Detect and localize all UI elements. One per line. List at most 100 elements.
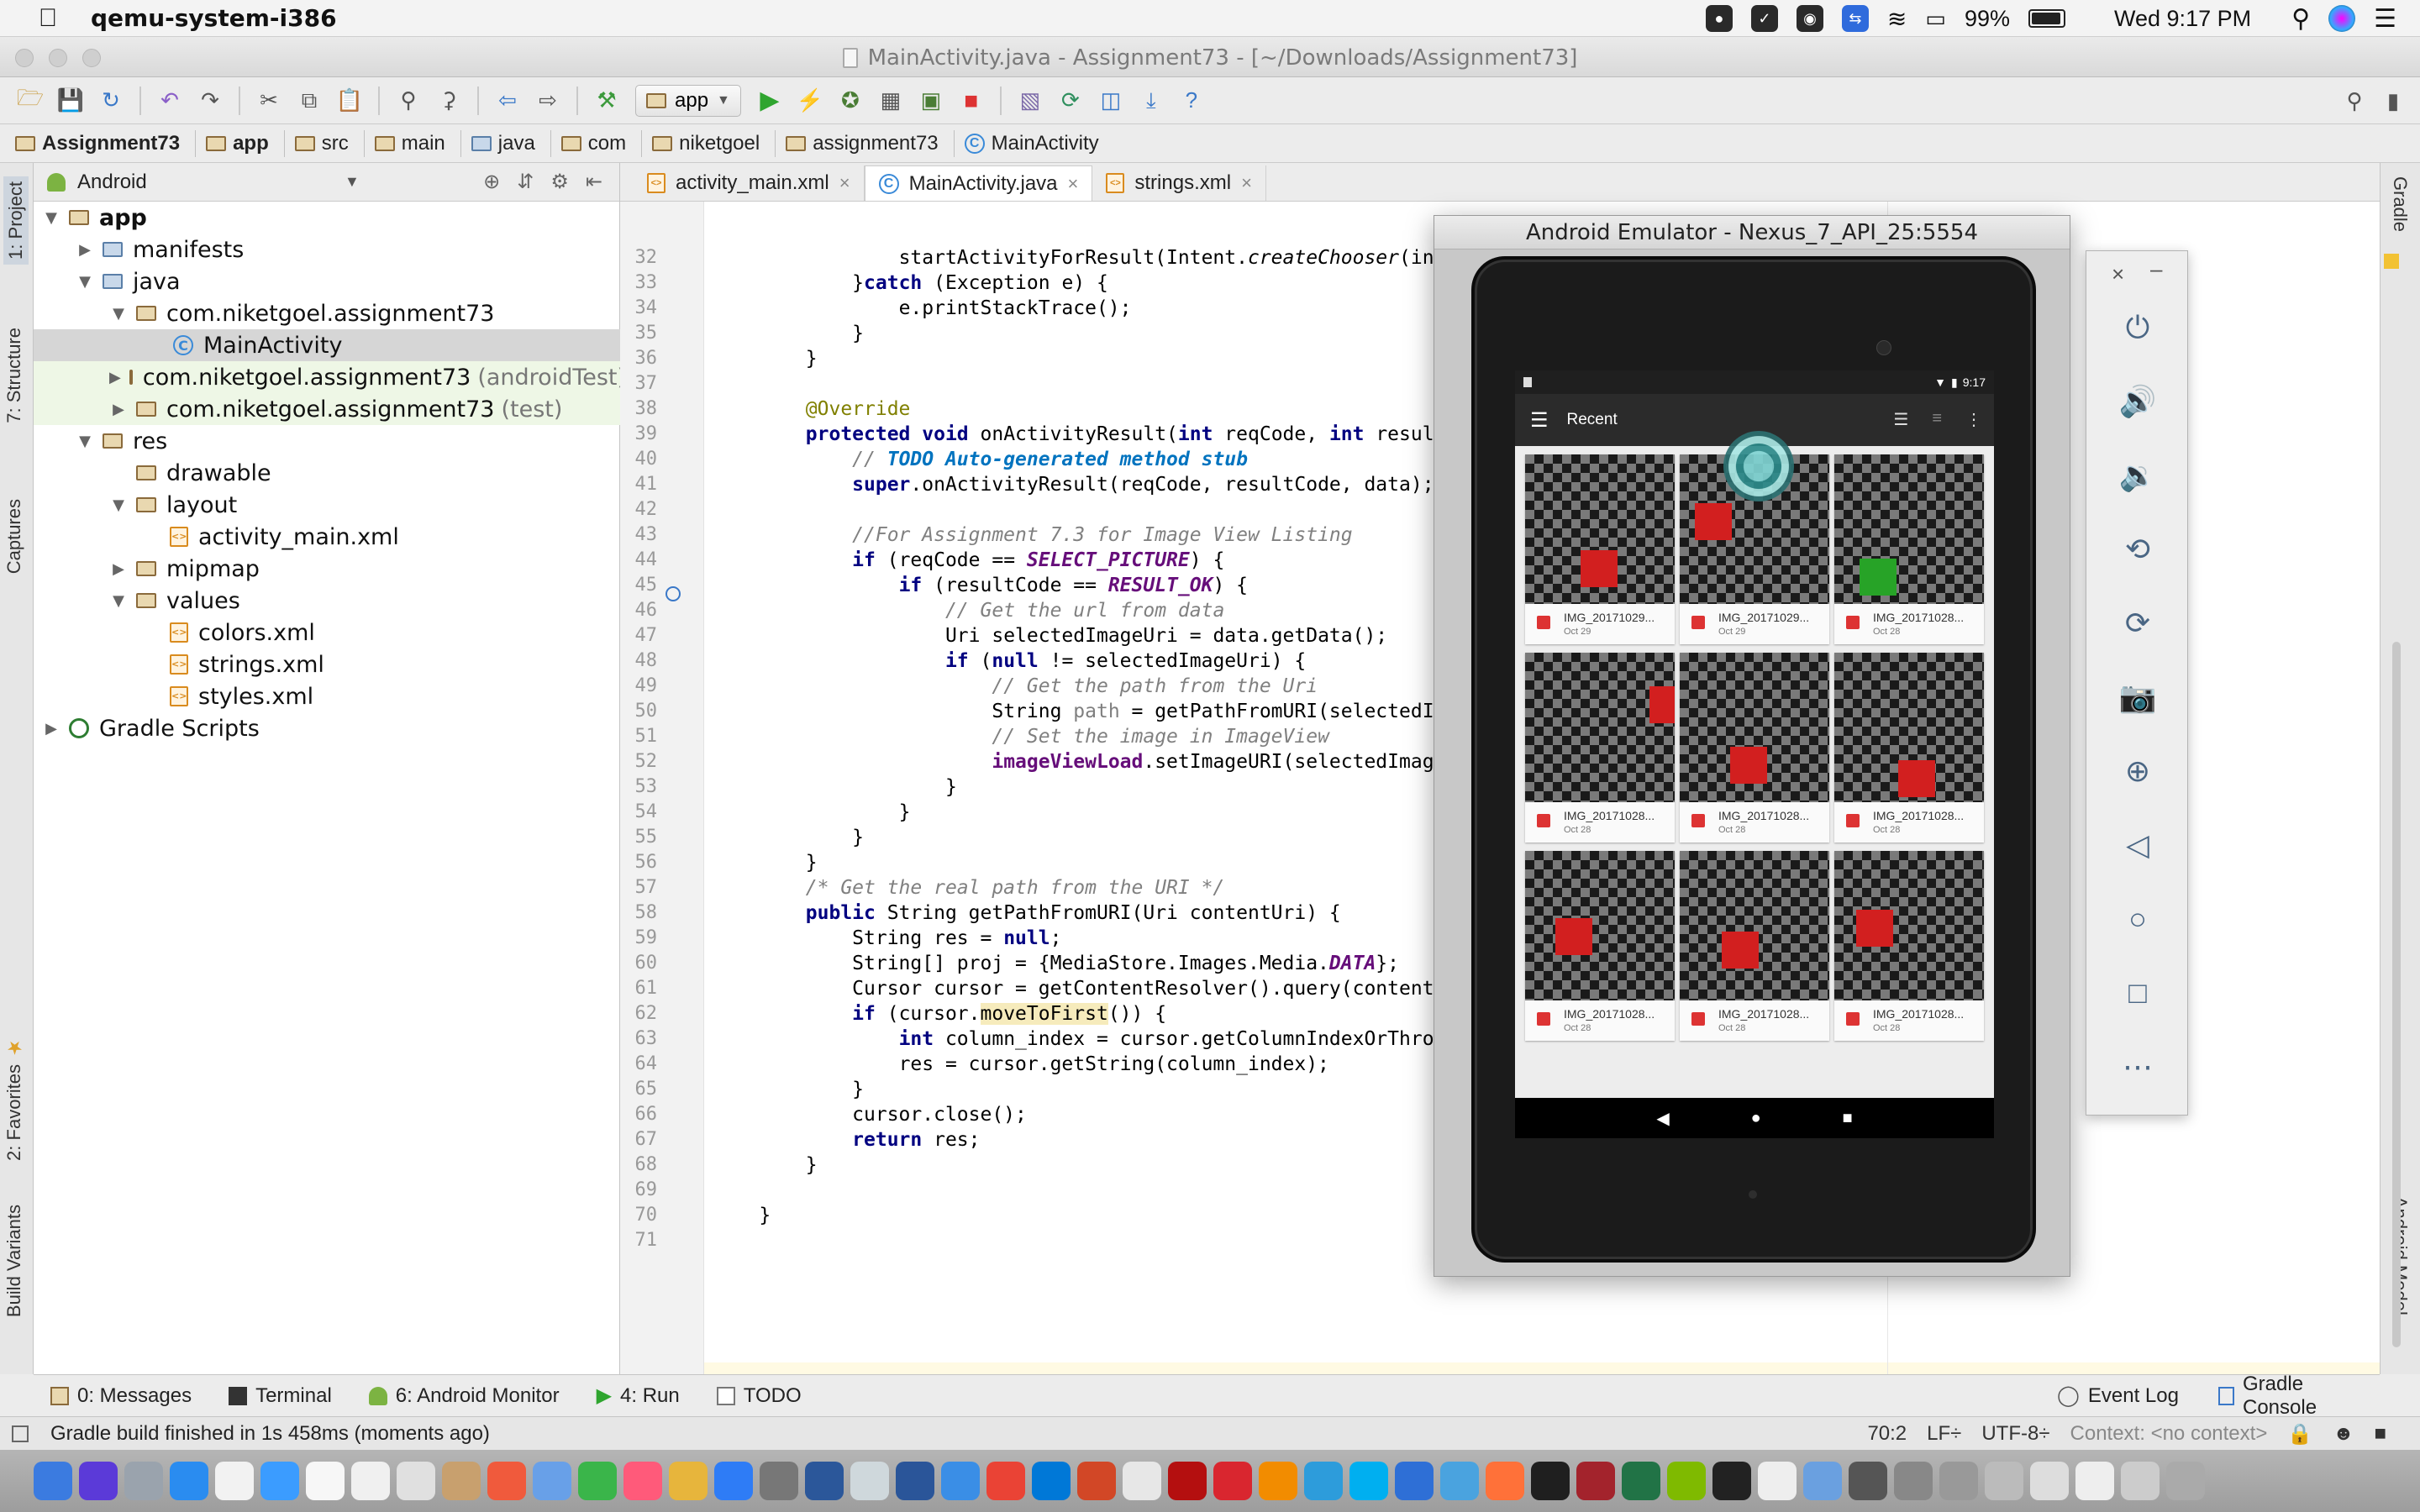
code-line-45[interactable]: if (resultCode == RESULT_OK) {: [713, 575, 1248, 596]
dock-app-icon[interactable]: [1486, 1462, 1524, 1500]
dock-app-icon[interactable]: [714, 1462, 753, 1500]
error-stripe-warning[interactable]: [2384, 254, 2399, 269]
code-line-46[interactable]: // Get the url from data: [713, 600, 1224, 622]
dock-app-icon[interactable]: [623, 1462, 662, 1500]
hector-icon[interactable]: ☻: [2333, 1422, 2354, 1446]
code-line-59[interactable]: String res = null;: [713, 927, 1061, 949]
dock-app-icon[interactable]: [1576, 1462, 1615, 1500]
dock-app-icon[interactable]: [306, 1462, 345, 1500]
code-line-33[interactable]: }catch (Exception e) {: [713, 272, 1108, 294]
caret-position[interactable]: 70:2: [1867, 1422, 1907, 1446]
dock-app-icon[interactable]: [1622, 1462, 1660, 1500]
volume-up-icon[interactable]: 🔊: [2117, 381, 2159, 423]
dock-app-icon[interactable]: [487, 1462, 526, 1500]
home-icon[interactable]: ○: [2117, 898, 2159, 940]
tab-activity-main-xml[interactable]: <> activity_main.xml ×: [634, 165, 865, 201]
chevron-down-icon[interactable]: ▼: [345, 173, 360, 191]
tree-item-package[interactable]: ▼ com.niketgoel.assignment73: [34, 297, 620, 329]
expand-arrow-icon[interactable]: ▶: [76, 241, 94, 259]
dock-app-icon[interactable]: [1803, 1462, 1842, 1500]
collapse-arrow-icon[interactable]: ▼: [109, 496, 128, 514]
line-separator[interactable]: LF÷: [1927, 1422, 1961, 1446]
code-line-56[interactable]: }: [713, 852, 818, 874]
code-line-47[interactable]: Uri selectedImageUri = data.getData();: [713, 625, 1387, 647]
code-line-32[interactable]: startActivityForResult(Intent.createChoo…: [713, 247, 1458, 269]
code-line-62[interactable]: if (cursor.moveToFirst()) {: [713, 1003, 1166, 1025]
paste-icon[interactable]: 📋: [333, 84, 366, 118]
tree-item-layout[interactable]: ▼ layout: [34, 489, 620, 521]
dock-app-icon[interactable]: [351, 1462, 390, 1500]
breadcrumb-item[interactable]: app: [206, 129, 285, 157]
photo-card[interactable]: IMG_20171029... Oct 29: [1525, 454, 1675, 644]
dock-app-icon[interactable]: [2030, 1462, 2069, 1500]
dock-app-icon[interactable]: [941, 1462, 980, 1500]
tool-tab-todo[interactable]: TODO: [716, 1384, 802, 1408]
collapse-arrow-icon[interactable]: ▼: [76, 433, 94, 450]
forward-icon[interactable]: ⇨: [531, 84, 565, 118]
sync-gradle-icon[interactable]: ⟳: [1054, 84, 1087, 118]
code-line-35[interactable]: }: [713, 323, 864, 344]
tool-tab-android-monitor[interactable]: 6: Android Monitor: [368, 1384, 560, 1408]
dock-app-icon[interactable]: [1168, 1462, 1207, 1500]
photo-card[interactable]: IMG_20171028... Oct 28: [1834, 851, 1984, 1041]
code-line-65[interactable]: }: [713, 1079, 864, 1100]
close-tab-icon[interactable]: ×: [1068, 173, 1079, 195]
dock-app-icon[interactable]: [1032, 1462, 1071, 1500]
locate-icon[interactable]: ⊕: [483, 170, 500, 194]
code-line-57[interactable]: /* Get the real path from the URI */: [713, 877, 1225, 899]
recents-icon[interactable]: ■: [1842, 1109, 1852, 1128]
tree-item-gradle-scripts[interactable]: ▶ Gradle Scripts: [34, 712, 620, 744]
code-line-70[interactable]: }: [713, 1205, 771, 1226]
code-line-58[interactable]: public String getPathFromURI(Uri content…: [713, 902, 1341, 924]
photo-card[interactable]: IMG_20171028... Oct 28: [1525, 851, 1675, 1041]
stop-icon[interactable]: ■: [955, 84, 988, 118]
project-view-select[interactable]: Android: [77, 171, 147, 194]
tool-tab-project[interactable]: 1: Project: [3, 176, 29, 265]
tool-tab-messages[interactable]: 0: Messages: [50, 1384, 192, 1408]
dock-app-icon[interactable]: [1667, 1462, 1706, 1500]
code-line-64[interactable]: res = cursor.getString(column_index);: [713, 1053, 1329, 1075]
code-line-53[interactable]: }: [713, 776, 957, 798]
breadcrumb-item[interactable]: main: [374, 129, 461, 157]
tool-tab-build-variants[interactable]: Build Variants: [3, 1205, 25, 1317]
tree-item-colors-xml[interactable]: <> colors.xml: [34, 617, 620, 648]
run-icon[interactable]: ▶: [753, 84, 786, 118]
make-project-hammer-icon[interactable]: ⚒: [590, 84, 623, 118]
bookmark-icon[interactable]: ▮: [2376, 84, 2410, 118]
dock-app-icon[interactable]: [2075, 1462, 2114, 1500]
breadcrumb-item[interactable]: Assignment73: [15, 129, 197, 157]
dock-app-icon[interactable]: [578, 1462, 617, 1500]
dock-app-icon[interactable]: [805, 1462, 844, 1500]
code-line-49[interactable]: // Get the path from the Uri: [713, 675, 1318, 697]
code-line-34[interactable]: e.printStackTrace();: [713, 297, 1132, 319]
code-line-60[interactable]: String[] proj = {MediaStore.Images.Media…: [713, 953, 1399, 974]
airplay-icon[interactable]: ▭: [1925, 6, 1946, 32]
tool-tab-gradle[interactable]: Gradle: [2389, 176, 2411, 232]
photo-card[interactable]: IMG_20171028... Oct 28: [1834, 653, 1984, 843]
dock-app-icon[interactable]: [1531, 1462, 1570, 1500]
code-line-51[interactable]: // Set the image in ImageView: [713, 726, 1329, 748]
tool-windows-toggle-icon[interactable]: [12, 1425, 29, 1442]
code-line-63[interactable]: int column_index = cursor.getColumnIndex…: [713, 1028, 1458, 1050]
tree-item-drawable[interactable]: drawable: [34, 457, 620, 489]
cut-icon[interactable]: ✂: [252, 84, 286, 118]
editor-scrollbar-thumb[interactable]: [2392, 642, 2401, 1347]
code-line-38[interactable]: @Override: [713, 398, 911, 420]
dock-app-icon[interactable]: [1259, 1462, 1297, 1500]
tree-item-values[interactable]: ▼ values: [34, 585, 620, 617]
tab-strings-xml[interactable]: <> strings.xml ×: [1092, 165, 1266, 201]
camera-recorder-icon[interactable]: ●: [1705, 5, 1733, 32]
profile-icon[interactable]: ▦: [874, 84, 908, 118]
code-line-44[interactable]: if (reqCode == SELECT_PICTURE) {: [713, 549, 1224, 571]
dock-app-icon[interactable]: [1758, 1462, 1797, 1500]
collapse-arrow-icon[interactable]: ▼: [76, 273, 94, 291]
teamviewer-icon[interactable]: ⇆: [1841, 5, 1869, 32]
emulator-title[interactable]: Android Emulator - Nexus_7_API_25:5554: [1434, 216, 2070, 249]
expand-arrow-icon[interactable]: ▶: [109, 401, 128, 418]
context-indicator[interactable]: Context: <no context>: [2070, 1422, 2268, 1446]
instant-run-icon[interactable]: ⚡: [793, 84, 827, 118]
apple-menu-icon[interactable]: : [30, 0, 66, 37]
dock-app-icon[interactable]: [1939, 1462, 1978, 1500]
more-icon[interactable]: ⋯: [2117, 1046, 2159, 1088]
dock-app-icon[interactable]: [760, 1462, 798, 1500]
